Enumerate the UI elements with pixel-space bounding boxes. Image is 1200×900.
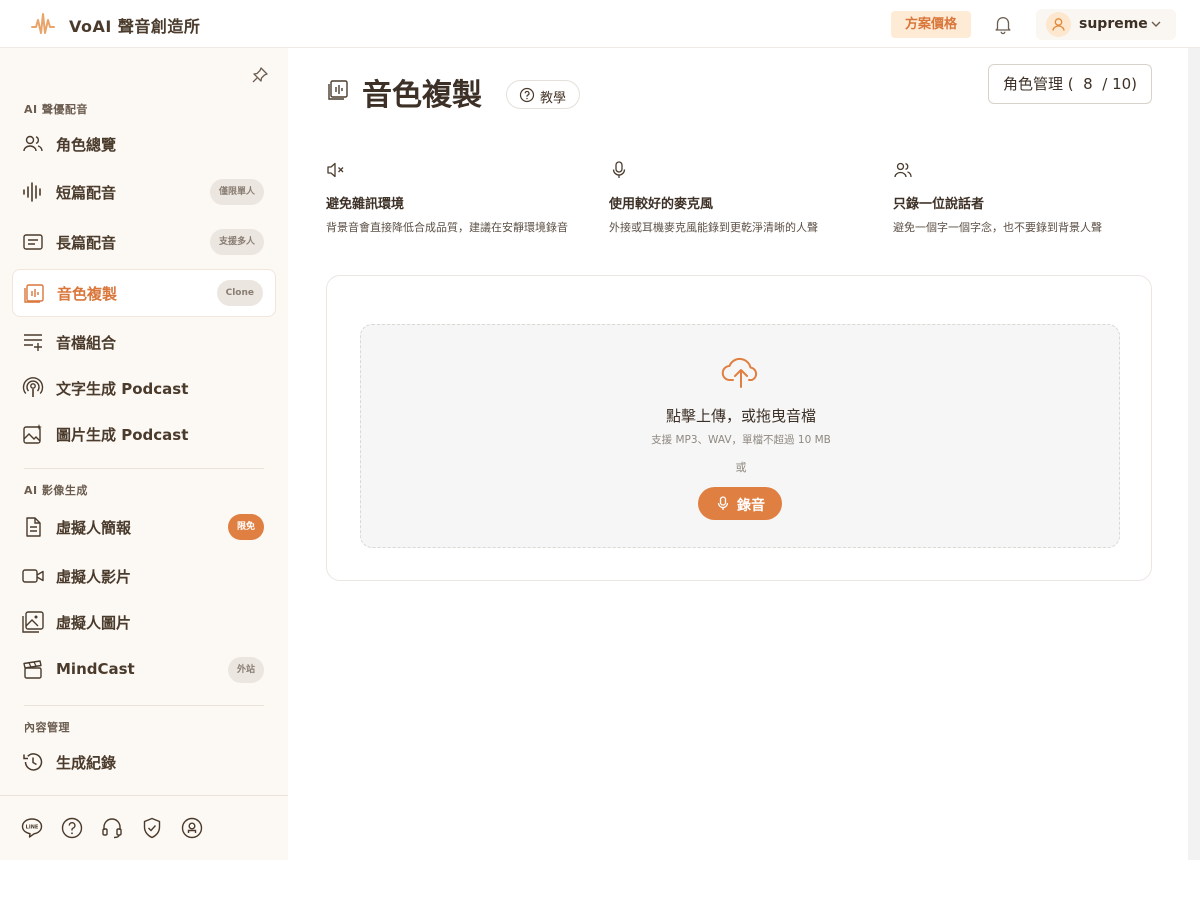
sidebar-item-label: 文字生成 Podcast: [56, 380, 189, 398]
sidebar: AI 聲優配音 角色總覽 短篇配音 僅限單人 長篇配音 支援多人 音色複製 Cl…: [0, 48, 288, 860]
scrollbar[interactable]: [1188, 48, 1200, 860]
divider: [24, 705, 264, 706]
svg-text:LINE: LINE: [26, 825, 39, 831]
sidebar-item-history[interactable]: 生成紀錄: [12, 738, 276, 786]
avatar: [1046, 12, 1071, 37]
audio-merge-icon: [24, 334, 42, 351]
section-label-voice: AI 聲優配音: [24, 103, 88, 116]
upload-dropzone[interactable]: 點擊上傳，或拖曳音檔 支援 MP3、WAV，單檔不超過 10 MB 或 錄音: [360, 324, 1120, 548]
sidebar-item-label: 生成紀錄: [56, 754, 117, 772]
top-bar: VoAI 聲音創造所 方案價格 supreme: [0, 0, 1200, 48]
document-icon: [26, 517, 41, 537]
upload-sub-text: 支援 MP3、WAV，單檔不超過 10 MB: [651, 434, 831, 446]
volume-mute-icon: [327, 162, 344, 178]
pricing-button[interactable]: 方案價格: [891, 11, 971, 38]
help-circle-icon: [519, 87, 535, 103]
sidebar-item-long-dubbing[interactable]: 長篇配音 支援多人: [12, 218, 276, 266]
help-circle-icon[interactable]: [60, 816, 84, 840]
sidebar-item-label: 虛擬人圖片: [56, 614, 132, 632]
badge: 外站: [227, 657, 264, 683]
tip-description: 避免一個字一個字念，也不要錄到背景人聲: [893, 221, 1102, 234]
page-title: 音色複製: [362, 78, 482, 113]
shield-check-icon[interactable]: [140, 816, 164, 840]
sidebar-item-mindcast[interactable]: MindCast 外站: [12, 646, 276, 694]
badge: 僅限單人: [209, 179, 264, 205]
clapperboard-icon: [23, 660, 42, 679]
image-icon: [22, 611, 44, 633]
sidebar-item-label: 圖片生成 Podcast: [56, 426, 189, 444]
microphone-icon: [612, 161, 626, 178]
video-icon: [22, 569, 44, 583]
voai-logo-icon[interactable]: [30, 11, 56, 37]
bell-icon[interactable]: [992, 13, 1014, 35]
sidebar-item-image-podcast[interactable]: 圖片生成 Podcast: [12, 410, 276, 458]
image-sparkle-icon: [23, 424, 42, 444]
cloud-upload-icon: [721, 357, 758, 388]
badge: 支援多人: [209, 229, 264, 255]
record-label: 錄音: [737, 498, 765, 514]
tutorial-button[interactable]: 教學: [506, 80, 580, 109]
tip-title: 使用較好的麥克風: [609, 197, 714, 212]
sidebar-item-audio-merge[interactable]: 音檔組合: [12, 318, 276, 366]
headset-icon[interactable]: [100, 816, 124, 840]
tutorial-label: 教學: [540, 91, 567, 106]
voice-clone-icon: [328, 80, 348, 100]
sidebar-item-avatar-presentation[interactable]: 虛擬人簡報 限免: [12, 503, 276, 551]
voice-clone-icon: [24, 284, 44, 303]
tip-title: 只錄一位說話者: [893, 197, 985, 212]
sidebar-item-label: 短篇配音: [56, 184, 117, 202]
tip-microphone: 使用較好的麥克風 外接或耳機麥克風能錄到更乾淨清晰的人聲: [609, 160, 869, 238]
section-label-video: AI 影像生成: [24, 484, 88, 497]
sidebar-item-label: 虛擬人影片: [56, 568, 132, 586]
tip-title: 避免雜訊環境: [326, 197, 405, 212]
user-menu[interactable]: supreme: [1036, 9, 1176, 40]
role-total-count: 10: [1112, 75, 1132, 93]
sidebar-item-voice-clone[interactable]: 音色複製 Clone: [12, 269, 276, 317]
upload-card: 點擊上傳，或拖曳音檔 支援 MP3、WAV，單檔不超過 10 MB 或 錄音: [326, 275, 1152, 581]
brand-name[interactable]: VoAI 聲音創造所: [69, 13, 200, 37]
sidebar-item-label: 音檔組合: [56, 334, 117, 352]
account-circle-icon[interactable]: [180, 816, 204, 840]
badge: Clone: [216, 280, 263, 306]
tip-noise: 避免雜訊環境 背景音會直接降低合成品質，建議在安靜環境錄音: [326, 160, 586, 238]
role-management-button[interactable]: 角色管理 ( 8 / 10): [988, 64, 1152, 104]
chevron-down-icon: [1151, 21, 1161, 27]
sidebar-item-label: 音色複製: [57, 285, 118, 303]
tip-description: 外接或耳機麥克風能錄到更乾淨清晰的人聲: [609, 221, 818, 234]
upload-main-text: 點擊上傳，或拖曳音檔: [665, 407, 816, 425]
podcast-icon: [22, 377, 44, 397]
sidebar-item-label: MindCast: [56, 660, 135, 678]
line-icon[interactable]: LINE: [20, 816, 44, 840]
history-icon: [23, 753, 43, 771]
tip-single-speaker: 只錄一位說話者 避免一個字一個字念，也不要錄到背景人聲: [893, 160, 1153, 238]
role-used-count: 8: [1083, 75, 1093, 93]
users-icon: [894, 162, 912, 178]
microphone-icon: [717, 496, 729, 510]
section-label-content: 內容管理: [24, 721, 70, 734]
sidebar-item-text-podcast[interactable]: 文字生成 Podcast: [12, 364, 276, 412]
users-icon: [23, 135, 43, 152]
username: supreme: [1079, 16, 1148, 32]
pin-icon[interactable]: [250, 65, 270, 85]
user-icon: [1052, 18, 1065, 31]
sidebar-item-label: 長篇配音: [56, 234, 117, 252]
sidebar-item-label: 角色總覽: [56, 136, 117, 154]
upload-or-text: 或: [735, 461, 747, 474]
badge: 限免: [227, 514, 264, 540]
role-management-label: 角色管理: [1002, 75, 1063, 93]
record-button[interactable]: 錄音: [698, 487, 782, 520]
tip-description: 背景音會直接降低合成品質，建議在安靜環境錄音: [326, 221, 568, 234]
text-lines-icon: [23, 234, 43, 250]
sidebar-item-avatar-image[interactable]: 虛擬人圖片: [12, 598, 276, 646]
sidebar-item-short-dubbing[interactable]: 短篇配音 僅限單人: [12, 168, 276, 216]
divider: [0, 795, 288, 796]
waveform-icon: [23, 182, 41, 202]
sidebar-item-characters[interactable]: 角色總覽: [12, 120, 276, 168]
sidebar-item-label: 虛擬人簡報: [56, 519, 132, 537]
divider: [24, 468, 264, 469]
sidebar-item-avatar-video[interactable]: 虛擬人影片: [12, 552, 276, 600]
